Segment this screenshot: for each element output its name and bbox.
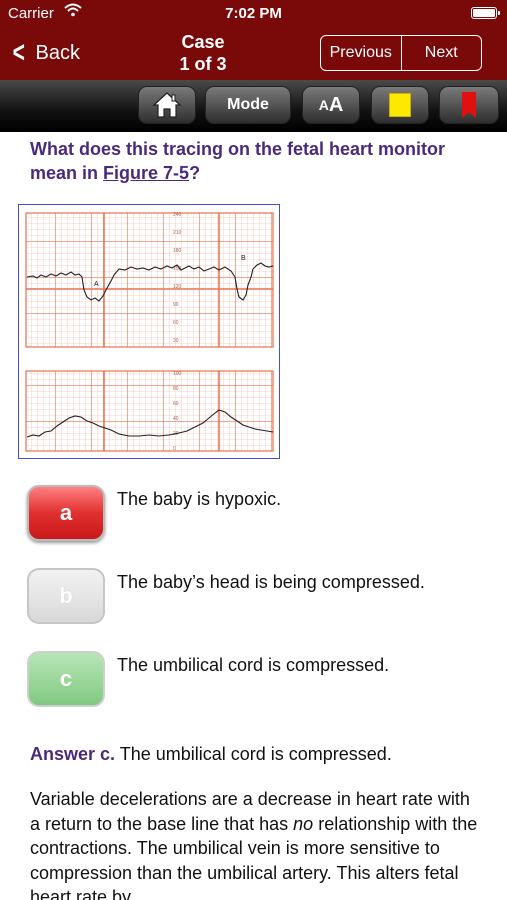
top-axis-tick: 210: [173, 230, 182, 236]
explanation-text: Variable decelerations are a decrease in…: [30, 787, 480, 900]
prev-next-segmented-control: Previous Next: [320, 35, 482, 71]
heart-rate-panel: 240210180150120906030 A B: [25, 212, 274, 348]
bottom-axis-tick: 100: [173, 371, 182, 377]
choice-b-button[interactable]: b: [27, 568, 105, 624]
home-icon: [152, 92, 182, 118]
top-axis-tick: 60: [173, 320, 179, 326]
note-button[interactable]: [371, 86, 429, 124]
answer-lead: Answer c.: [30, 744, 116, 764]
bottom-axis-tick: 0: [173, 446, 176, 452]
note-icon: [389, 93, 411, 117]
bottom-axis-tick: 80: [173, 386, 179, 392]
choice-b[interactable]: b The baby’s head is being compressed.: [27, 568, 487, 628]
previous-button[interactable]: Previous: [321, 36, 401, 70]
battery-icon: [471, 7, 500, 19]
font-size-big-label: A: [328, 93, 344, 116]
choice-c-button[interactable]: c: [27, 651, 105, 707]
bottom-axis-tick: 40: [173, 416, 179, 422]
toolbar: Mode AA: [0, 80, 507, 132]
clock: 7:02 PM: [225, 5, 282, 22]
bookmark-button[interactable]: [439, 86, 499, 124]
back-button[interactable]: < Back: [10, 38, 80, 68]
navigation-bar: Carrier 7:02 PM < Back Case 1 of 3 Previ…: [0, 0, 507, 80]
figure-label-b: B: [241, 255, 246, 262]
page-title: Case 1 of 3: [150, 31, 256, 75]
case-count: 1 of 3: [179, 54, 227, 74]
top-axis-tick: 240: [173, 212, 182, 218]
explanation-emphasis: no: [293, 813, 314, 834]
status-bar: Carrier 7:02 PM: [0, 0, 507, 26]
question-prefix: What does this tracing on the fetal hear…: [30, 139, 446, 183]
mode-button[interactable]: Mode: [205, 86, 291, 124]
choice-c-text[interactable]: The umbilical cord is compressed.: [117, 655, 389, 676]
choice-c[interactable]: c The umbilical cord is compressed.: [27, 651, 487, 711]
font-size-button[interactable]: AA: [302, 86, 360, 124]
answer-line: Answer c. The umbilical cord is compress…: [30, 744, 392, 765]
question-text: What does this tracing on the fetal hear…: [30, 137, 490, 185]
contraction-panel: 100806040200: [25, 370, 274, 452]
case-label: Case: [181, 32, 225, 52]
figure-label-a: A: [94, 281, 99, 288]
top-axis-tick: 120: [173, 284, 182, 290]
chevron-left-icon: <: [12, 36, 25, 69]
choice-a-text[interactable]: The baby is hypoxic.: [117, 489, 281, 510]
top-axis-tick: 180: [173, 248, 182, 254]
bookmark-icon: [462, 92, 476, 118]
figure-link[interactable]: Figure 7-5: [103, 163, 189, 183]
top-axis-tick: 90: [173, 302, 179, 308]
back-label: Back: [35, 41, 80, 64]
answer-text: The umbilical cord is compressed.: [115, 744, 392, 764]
font-size-small-label: A: [318, 97, 329, 113]
choice-b-text[interactable]: The baby’s head is being compressed.: [117, 572, 425, 593]
next-button[interactable]: Next: [400, 36, 482, 70]
home-button[interactable]: [138, 86, 196, 124]
question-suffix: ?: [189, 163, 201, 183]
bottom-axis-tick: 60: [173, 401, 179, 407]
choice-a-button[interactable]: a: [27, 485, 105, 541]
top-axis-tick: 30: [173, 338, 179, 344]
fetal-monitor-figure[interactable]: 240 210 180 150 120 90 60 30 A B 100 80 60 40 20 0: [18, 204, 280, 459]
choice-a[interactable]: a The baby is hypoxic.: [27, 485, 487, 545]
